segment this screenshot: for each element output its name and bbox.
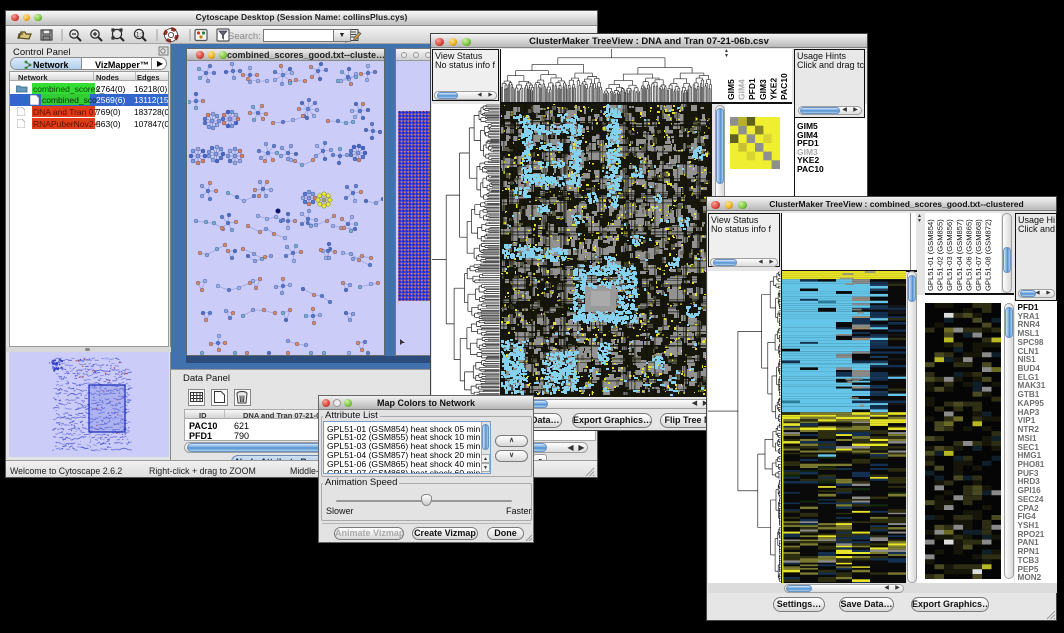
svg-text:1:1: 1:1 bbox=[136, 33, 145, 39]
svg-text:GIM4: GIM4 bbox=[737, 79, 747, 100]
svg-text:GIM3: GIM3 bbox=[758, 79, 768, 100]
svg-text:PAC10: PAC10 bbox=[779, 73, 789, 100]
svg-text:GIM5: GIM5 bbox=[726, 79, 736, 100]
svg-text:PFD1: PFD1 bbox=[747, 78, 757, 100]
svg-text:YKE2: YKE2 bbox=[768, 78, 778, 100]
